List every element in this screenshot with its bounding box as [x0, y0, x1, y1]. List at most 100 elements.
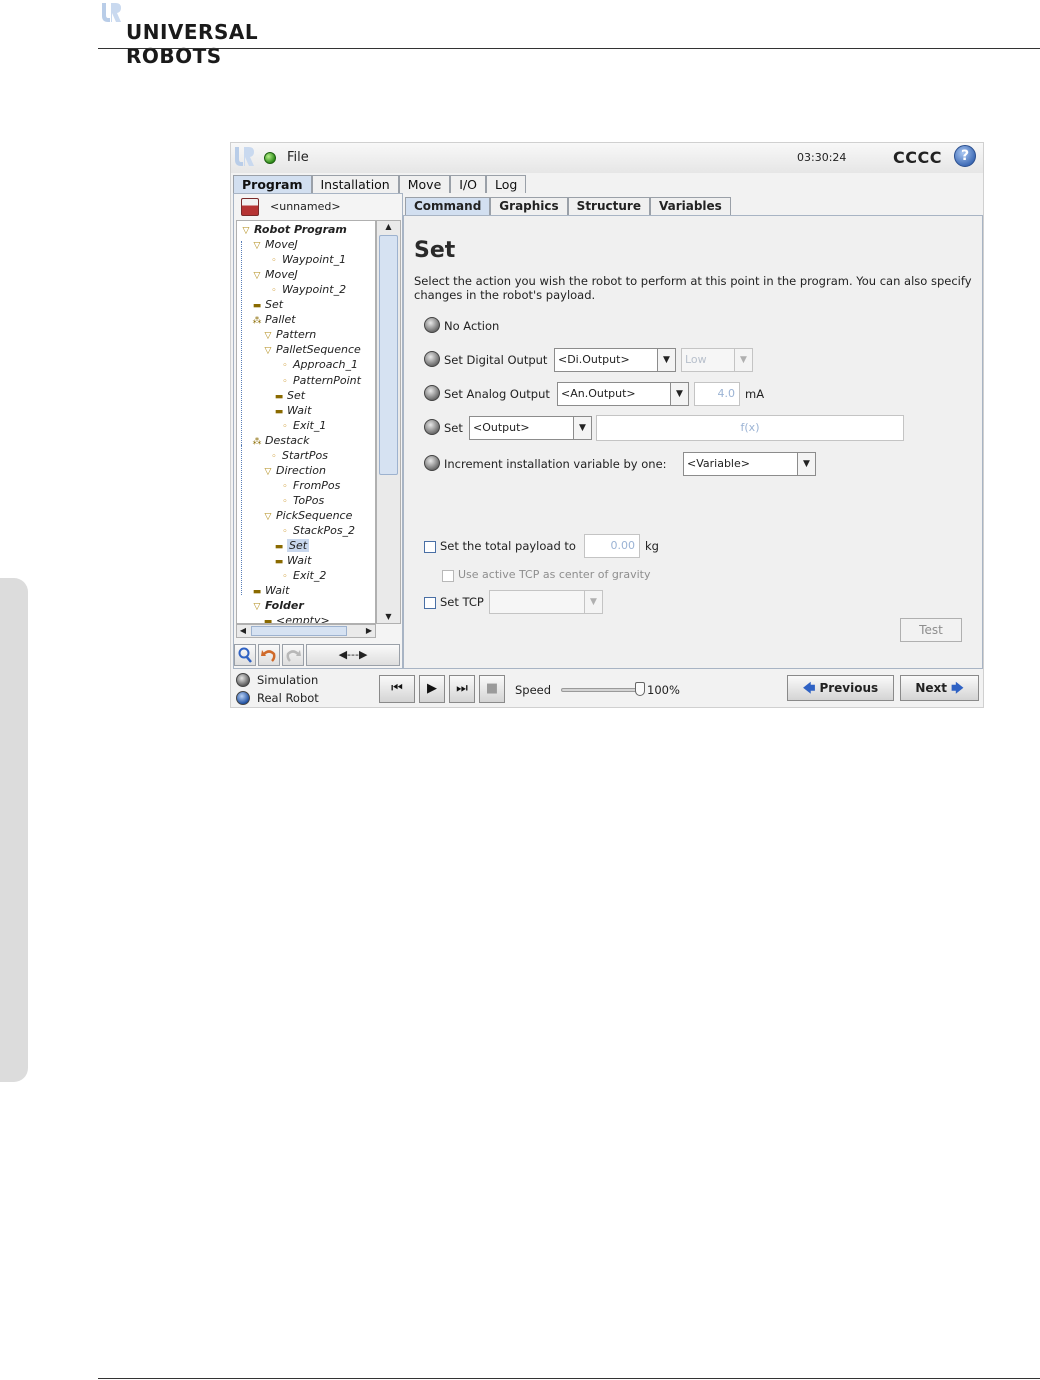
tree-node[interactable]: ▽ Pattern: [263, 327, 317, 342]
save-disk-icon[interactable]: [241, 198, 259, 216]
tree-node[interactable]: ▽ PalletSequence: [263, 342, 361, 357]
tree-node[interactable]: ▽ Robot Program: [241, 222, 347, 237]
footer-divider: [98, 1378, 1040, 1379]
tab-move[interactable]: Move: [398, 175, 451, 193]
previous-button[interactable]: 🡄 Previous: [787, 675, 894, 701]
set-output-select[interactable]: <Output> ▼: [469, 416, 592, 440]
ur-logo-icon: [102, 3, 121, 22]
tab-variables[interactable]: Variables: [649, 197, 731, 215]
next-button[interactable]: Next 🡆: [900, 675, 979, 701]
tree-node[interactable]: ▽ MoveJ: [252, 267, 298, 282]
digital-level-select[interactable]: Low ▼: [681, 348, 753, 372]
tree-node[interactable]: ▬ Wait: [252, 583, 290, 598]
cog-checkbox[interactable]: [442, 570, 454, 582]
tree-node[interactable]: ◦ Approach_1: [280, 357, 358, 372]
tree-node-label: Wait: [265, 584, 290, 598]
tab-structure[interactable]: Structure: [567, 197, 650, 215]
radio-digital-output[interactable]: [424, 351, 440, 367]
tree-node[interactable]: ◦ FromPos: [280, 478, 340, 493]
tab-io[interactable]: I/O: [450, 175, 487, 193]
triangle-icon: ▽: [253, 241, 261, 252]
tab-command[interactable]: Command: [405, 197, 491, 215]
tree-vertical-scrollbar[interactable]: ▲ ▼: [376, 220, 401, 624]
scroll-left-icon[interactable]: ◀: [237, 625, 249, 637]
search-button[interactable]: [234, 644, 256, 666]
expression-field[interactable]: f(x): [596, 415, 904, 441]
digital-output-select[interactable]: <Di.Output> ▼: [554, 348, 676, 372]
speed-label: Speed: [515, 683, 552, 697]
next-label: Next: [915, 681, 948, 695]
speed-slider[interactable]: [561, 688, 641, 692]
tree-horizontal-scrollbar[interactable]: ◀ ▶: [236, 624, 376, 638]
stop-button[interactable]: ■: [479, 675, 505, 703]
scroll-right-icon[interactable]: ▶: [363, 625, 375, 637]
tree-node[interactable]: ◦ StackPos_2: [280, 523, 355, 538]
tree-node[interactable]: ◦ Exit_2: [280, 568, 326, 583]
tree-node[interactable]: ◦ Waypoint_2: [269, 282, 346, 297]
tree-node-label: Wait: [287, 554, 312, 568]
analog-value-field[interactable]: 4.0: [694, 382, 740, 406]
triangle-icon: ▽: [253, 271, 261, 282]
chevron-down-icon: ▼: [797, 453, 815, 475]
radio-no-action[interactable]: [424, 317, 440, 333]
tree-node[interactable]: ◦ PatternPoint: [280, 373, 361, 388]
scroll-thumb[interactable]: [251, 626, 347, 636]
rewind-button[interactable]: ⏮: [379, 675, 415, 703]
tree-node-label: PatternPoint: [293, 373, 361, 387]
tree-node[interactable]: ◦ ToPos: [280, 493, 324, 508]
tree-node[interactable]: ◦ Waypoint_1: [269, 252, 346, 267]
test-button[interactable]: Test: [900, 618, 962, 642]
tree-node-label: StackPos_2: [293, 524, 356, 537]
radio-set-output[interactable]: [424, 419, 440, 435]
tree-node[interactable]: ▬ Set: [274, 388, 305, 403]
tree-node[interactable]: ▽ Direction: [263, 463, 326, 478]
tcp-select[interactable]: ▼: [489, 590, 603, 614]
tree-node-label: Exit_1: [293, 418, 327, 432]
tree-node[interactable]: ▽ MoveJ: [252, 237, 298, 252]
play-button[interactable]: ▶: [419, 675, 445, 703]
radio-increment-variable[interactable]: [424, 455, 440, 471]
move-node-button[interactable]: ◀---▶: [306, 644, 400, 666]
tree-node-label: Set: [287, 539, 310, 553]
clock: 03:30:24: [797, 151, 847, 164]
tree-node[interactable]: ▬ <empty>: [263, 613, 330, 623]
tab-log[interactable]: Log: [486, 175, 527, 193]
payload-checkbox[interactable]: [424, 541, 436, 553]
tree-node[interactable]: ⁂ Destack: [252, 433, 310, 448]
analog-output-select[interactable]: <An.Output> ▼: [557, 382, 689, 406]
redo-button[interactable]: [282, 644, 304, 666]
triangle-icon: ▽: [253, 602, 261, 613]
radio-analog-output[interactable]: [424, 385, 440, 401]
tree-node[interactable]: ◦ Exit_1: [280, 418, 326, 433]
tree-node[interactable]: ▬ Set: [252, 297, 283, 312]
step-button[interactable]: ⏭: [449, 675, 475, 703]
tree-node[interactable]: ▬ Wait: [274, 403, 312, 418]
tree-node[interactable]: ▬ Wait: [274, 553, 312, 568]
file-menu[interactable]: File: [287, 150, 309, 165]
tab-installation[interactable]: Installation: [311, 175, 399, 193]
simulation-radio[interactable]: [236, 673, 250, 687]
cog-label: Use active TCP as center of gravity: [458, 568, 651, 581]
undo-button[interactable]: [258, 644, 280, 666]
tree-node[interactable]: ▽ Folder: [252, 598, 304, 613]
tree-node[interactable]: ▬ Set: [274, 538, 310, 553]
tcp-checkbox[interactable]: [424, 597, 436, 609]
tree-node[interactable]: ▽ PickSequence: [263, 508, 353, 523]
real-robot-radio[interactable]: [236, 691, 250, 705]
scroll-up-icon[interactable]: ▲: [377, 221, 400, 233]
tab-program[interactable]: Program: [233, 175, 312, 193]
variable-select[interactable]: <Variable> ▼: [683, 452, 816, 476]
help-icon[interactable]: ?: [954, 145, 976, 167]
payload-field[interactable]: 0.00: [584, 534, 640, 558]
tree-node-label: Robot Program: [254, 223, 347, 236]
tree-node-label: Exit_2: [293, 569, 327, 583]
scroll-thumb[interactable]: [379, 235, 398, 475]
tab-graphics[interactable]: Graphics: [490, 197, 568, 215]
speed-value: 100%: [647, 683, 680, 697]
digital-level-value: Low: [685, 353, 707, 366]
simulation-label: Simulation: [257, 673, 319, 687]
tree-node[interactable]: ⁂ Pallet: [252, 312, 296, 327]
speed-slider-handle[interactable]: [635, 682, 645, 696]
tree-node[interactable]: ◦ StartPos: [269, 448, 328, 463]
scroll-down-icon[interactable]: ▼: [377, 611, 400, 623]
